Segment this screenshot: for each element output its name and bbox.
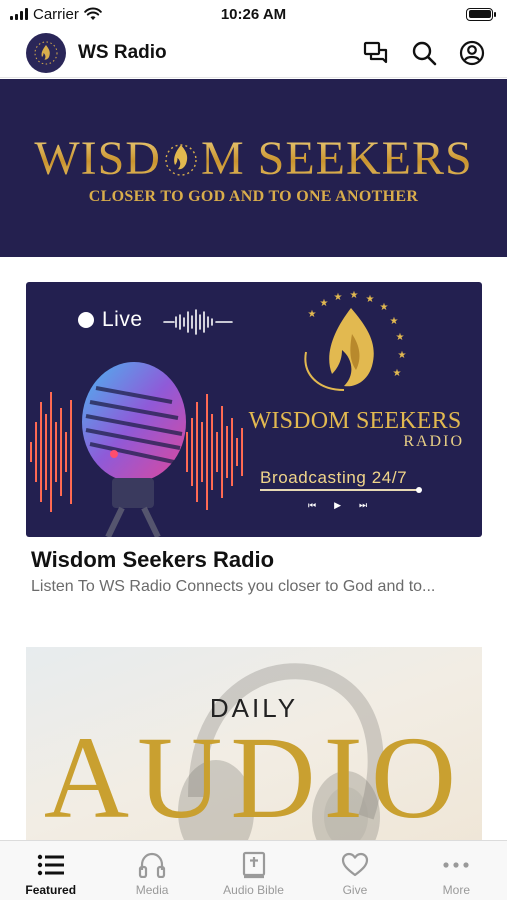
- tab-featured-label: Featured: [25, 883, 77, 897]
- radio-brand: WISDOM SEEKERS RADIO: [240, 408, 470, 451]
- chat-icon[interactable]: [363, 41, 389, 65]
- tab-media[interactable]: Media: [101, 841, 202, 900]
- radio-card[interactable]: ★ ★ ★ ★ ★ ★ ★ ★ ★ ★ Live WISDOM SEEKERS RADIO …: [26, 282, 482, 537]
- radio-card-title[interactable]: Wisdom Seekers Radio: [31, 547, 274, 573]
- hero-banner[interactable]: WISD M SEEKERS CLOSER TO GOD AND TO ONE …: [0, 79, 507, 257]
- progress-knob: [416, 487, 422, 493]
- svg-text:★: ★: [393, 368, 402, 379]
- svg-text:★: ★: [380, 302, 389, 313]
- tab-audio-bible[interactable]: Audio Bible: [203, 841, 304, 900]
- bible-icon: [242, 851, 265, 879]
- tab-featured[interactable]: Featured: [0, 841, 101, 900]
- microphone-icon: [82, 362, 186, 537]
- carrier-label: Carrier: [33, 5, 79, 23]
- hero-subtitle: CLOSER TO GOD AND TO ONE ANOTHER: [88, 187, 419, 205]
- radio-card-description: Listen To WS Radio Connects you closer t…: [31, 578, 436, 595]
- tab-media-label: Media: [135, 883, 169, 897]
- svg-text:★: ★: [366, 294, 375, 305]
- playback-controls: ⏮ ▶ ⏭: [308, 500, 367, 511]
- signal-icon: [10, 8, 28, 20]
- header-actions: [363, 40, 485, 66]
- play-icon: ▶: [334, 500, 342, 510]
- svg-text:★: ★: [350, 290, 359, 301]
- tab-give-label: Give: [342, 883, 368, 897]
- app-header: WS Radio: [0, 28, 507, 78]
- broadcast-label: Broadcasting 24/7: [260, 468, 408, 487]
- search-icon[interactable]: [411, 40, 437, 66]
- status-bar: Carrier 10:26 AM: [0, 0, 507, 28]
- flame-emblem-icon: [165, 144, 197, 176]
- account-icon[interactable]: [459, 40, 485, 66]
- previous-icon: ⏮: [308, 500, 317, 510]
- wifi-icon: [84, 7, 102, 20]
- live-dot-icon: [78, 312, 94, 328]
- svg-text:★: ★: [396, 332, 405, 343]
- tab-bar: Featured Media Audio Bible Give More: [0, 840, 507, 900]
- hero-title: WISD M SEEKERS: [34, 131, 472, 186]
- hero-title-part1: WISD: [34, 131, 161, 185]
- tab-more-label: More: [442, 883, 470, 897]
- radio-brand-sub: RADIO: [403, 433, 464, 450]
- hero-title-part2: M SEEKERS: [200, 131, 473, 185]
- flame-logo-icon: [34, 41, 58, 64]
- tab-audio-bible-label: Audio Bible: [223, 883, 284, 897]
- battery-icon: [466, 7, 496, 21]
- live-indicator: Live: [78, 308, 143, 332]
- tab-more[interactable]: More: [406, 841, 507, 900]
- app-title: WS Radio: [78, 41, 167, 63]
- headphones-icon: [139, 852, 166, 878]
- live-label: Live: [102, 308, 143, 331]
- svg-text:★: ★: [390, 316, 399, 327]
- svg-text:★: ★: [308, 309, 317, 320]
- next-icon: ⏭: [359, 500, 368, 510]
- audio-label: AUDIO: [43, 712, 465, 843]
- heart-icon: [341, 852, 369, 877]
- daily-audio-card[interactable]: DAILY AUDIO: [26, 647, 482, 847]
- more-icon: [443, 862, 469, 868]
- svg-text:★: ★: [320, 298, 329, 309]
- status-left: Carrier: [10, 6, 102, 23]
- svg-text:★: ★: [334, 292, 343, 303]
- list-icon: [37, 854, 64, 876]
- radio-brand-name: WISDOM SEEKERS: [248, 408, 462, 434]
- tab-give[interactable]: Give: [304, 841, 405, 900]
- playback-progress: [260, 487, 422, 493]
- svg-text:★: ★: [398, 350, 407, 361]
- app-logo[interactable]: [26, 32, 66, 73]
